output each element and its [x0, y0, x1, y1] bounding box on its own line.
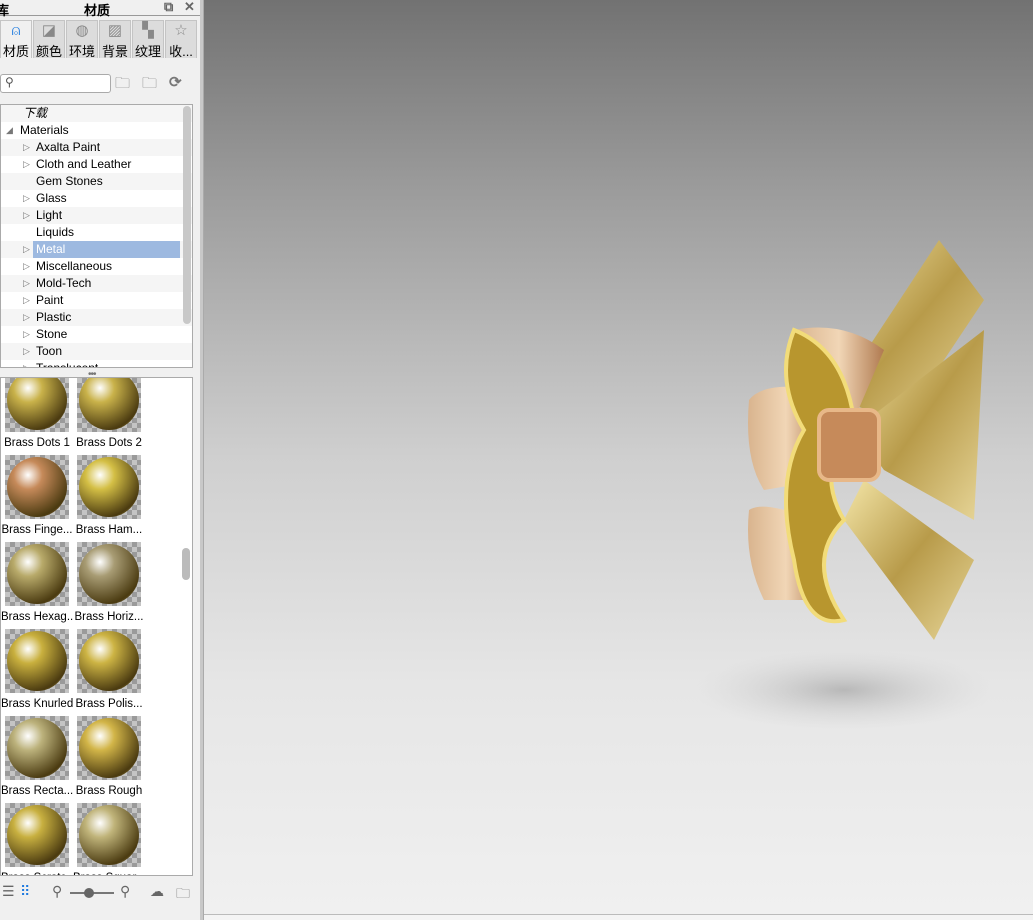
- material-preview: [77, 803, 141, 867]
- tab-2[interactable]: ◍ 环境: [66, 20, 98, 59]
- panel-title: 材质: [84, 3, 111, 18]
- tree-scrollbar[interactable]: [183, 106, 191, 324]
- material-preview: [77, 378, 141, 432]
- material-preview: [5, 378, 69, 432]
- collapsed-triangle-icon[interactable]: ▷: [23, 326, 30, 343]
- tree-item-materials[interactable]: ◢ Materials: [1, 122, 192, 139]
- search-input[interactable]: ⚲: [0, 74, 111, 93]
- list-view-icon[interactable]: ☰: [2, 883, 15, 900]
- export-folder-icon[interactable]: 🗀: [176, 883, 190, 907]
- tab-5[interactable]: ☆ 收...: [165, 20, 197, 59]
- material-preview: [77, 716, 141, 780]
- material-thumbnail[interactable]: Brass Scratc...: [1, 803, 73, 875]
- image-icon: ▨: [107, 22, 123, 39]
- globe-icon: ◍: [75, 22, 89, 39]
- material-preview: [5, 455, 69, 519]
- tree-item[interactable]: ▷ Axalta Paint: [1, 139, 192, 156]
- collapsed-triangle-icon[interactable]: ▷: [23, 275, 30, 292]
- refresh-icon[interactable]: ⟳: [169, 73, 182, 91]
- material-thumbnail[interactable]: Brass Dots 2: [73, 378, 145, 449]
- material-tree: 下载 ◢ Materials ▷ Axalta Paint ▷ Cloth and Lea…: [0, 104, 193, 368]
- grid-view-icon[interactable]: ⠿: [20, 883, 30, 900]
- library-panel: 库 材质 ⧉ ✕ ⍝ 材质 ◪ 颜色 ◍ 环境 ▨ 背景 ▚ 纹理 ☆ 收... ⚲ 🗀 🗀 ⟳ 下载…: [0, 0, 200, 920]
- rendered-jewelry-model: [694, 240, 994, 730]
- material-thumbnail[interactable]: Brass Hexag...: [1, 542, 73, 623]
- collapsed-triangle-icon[interactable]: ▷: [23, 241, 30, 258]
- close-icon[interactable]: ✕: [184, 0, 195, 15]
- tree-item[interactable]: ▷ Cloth and Leather: [1, 156, 192, 173]
- material-preview: [5, 542, 69, 606]
- tree-item[interactable]: ▷ Toon: [1, 343, 192, 360]
- material-thumbnail[interactable]: Brass Finge...: [1, 455, 73, 536]
- material-thumbnail[interactable]: Brass Knurled: [1, 629, 73, 710]
- tree-item[interactable]: ▷ Paint: [1, 292, 192, 309]
- tab-bar: ⍝ 材质 ◪ 颜色 ◍ 环境 ▨ 背景 ▚ 纹理 ☆ 收...: [0, 20, 200, 59]
- material-preview: [5, 716, 69, 780]
- collapsed-triangle-icon[interactable]: ▷: [23, 360, 30, 367]
- collapsed-triangle-icon[interactable]: ▷: [23, 207, 30, 224]
- material-icon: ⍝: [11, 22, 21, 39]
- material-preview: [5, 629, 69, 693]
- tab-0[interactable]: ⍝ 材质: [0, 20, 32, 59]
- tab-label: 环境: [68, 44, 95, 59]
- tree-item[interactable]: ▷ Mold-Tech: [1, 275, 192, 292]
- tree-item[interactable]: ▷ Light: [1, 207, 192, 224]
- tree-item[interactable]: ▷ Miscellaneous: [1, 258, 192, 275]
- tab-4[interactable]: ▚ 纹理: [132, 20, 164, 59]
- collapsed-triangle-icon[interactable]: ▷: [23, 343, 30, 360]
- search-icon: ⚲: [5, 75, 14, 89]
- star-icon: ☆: [174, 22, 188, 39]
- restore-icon[interactable]: ⧉: [164, 0, 173, 15]
- upload-icon[interactable]: ☁: [150, 883, 164, 900]
- material-thumbnail[interactable]: Brass Polis...: [73, 629, 145, 710]
- tree-item[interactable]: ▷ Plastic: [1, 309, 192, 326]
- tab-label: 材质: [2, 44, 29, 59]
- tree-item[interactable]: Liquids: [1, 224, 192, 241]
- panel-title-bar: 库 材质 ⧉ ✕: [0, 0, 200, 18]
- slider-handle[interactable]: [84, 888, 94, 898]
- bottom-toolbar: ☰ ⠿ ⚲ ⚲ ☁ 🗀: [0, 883, 200, 903]
- material-thumbnail[interactable]: Brass Squar...: [73, 803, 145, 875]
- color-swatch-icon: ◪: [41, 22, 57, 39]
- expanded-triangle-icon[interactable]: ◢: [6, 122, 13, 139]
- material-preview: [77, 542, 141, 606]
- tree-item-downloads[interactable]: 下载: [1, 105, 192, 122]
- tree-item[interactable]: ▷ Stone: [1, 326, 192, 343]
- tree-item[interactable]: Gem Stones: [1, 173, 192, 190]
- tab-label: 背景: [101, 44, 128, 59]
- material-thumbnail[interactable]: Brass Recta...: [1, 716, 73, 797]
- status-bar: [204, 914, 1033, 920]
- render-viewport[interactable]: [204, 0, 1033, 914]
- material-preview: [77, 629, 141, 693]
- tab-label: 颜色: [35, 44, 62, 59]
- material-preview: [77, 455, 141, 519]
- tab-3[interactable]: ▨ 背景: [99, 20, 131, 59]
- material-thumbnail[interactable]: Brass Rough: [73, 716, 145, 797]
- collapsed-triangle-icon[interactable]: ▷: [23, 139, 30, 156]
- tab-1[interactable]: ◪ 颜色: [33, 20, 65, 59]
- tab-label: 收...: [169, 44, 193, 59]
- collapsed-triangle-icon[interactable]: ▷: [23, 309, 30, 326]
- collapsed-triangle-icon[interactable]: ▷: [23, 292, 30, 309]
- material-preview: [5, 803, 69, 867]
- tree-item[interactable]: ▷ Metal: [1, 241, 192, 258]
- zoom-in-icon[interactable]: ⚲: [120, 883, 130, 900]
- texture-icon: ▚: [142, 22, 154, 39]
- material-thumbnail[interactable]: Brass Horiz...: [73, 542, 145, 623]
- tree-item[interactable]: ▷ Glass: [1, 190, 192, 207]
- material-thumbnail[interactable]: Brass Ham...: [73, 455, 145, 536]
- grid-scrollbar[interactable]: [182, 548, 190, 580]
- add-folder-icon[interactable]: 🗀: [115, 73, 130, 98]
- collapsed-triangle-icon[interactable]: ▷: [23, 190, 30, 207]
- material-grid: Brass Squar...Brass Scratc...Brass Rough…: [0, 377, 193, 876]
- collapsed-triangle-icon[interactable]: ▷: [23, 258, 30, 275]
- material-thumbnail[interactable]: Brass Dots 1: [1, 378, 73, 449]
- collapsed-triangle-icon[interactable]: ▷: [23, 156, 30, 173]
- library-title: 库: [0, 3, 10, 18]
- tab-label: 纹理: [134, 44, 161, 59]
- import-folder-icon[interactable]: 🗀: [142, 73, 157, 98]
- tree-item[interactable]: ▷ Translucent: [1, 360, 192, 367]
- zoom-out-icon[interactable]: ⚲: [52, 883, 62, 900]
